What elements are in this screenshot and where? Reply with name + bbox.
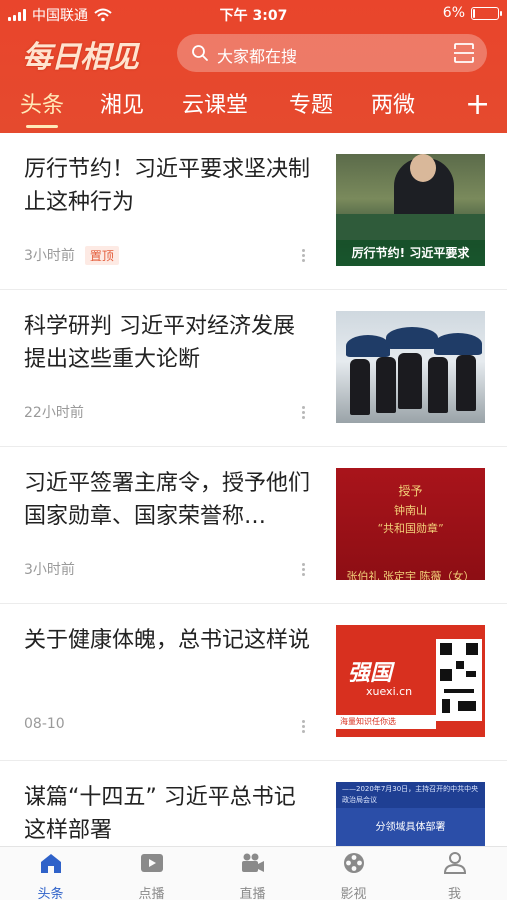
news-title: 谋篇“十四五” 习近平总书记这样部署 (24, 785, 296, 843)
more-options-icon[interactable] (302, 720, 306, 734)
news-time: 3小时前 (24, 248, 75, 264)
news-thumbnail: 强国 xuexi.cn 海量知识任你选 (336, 625, 485, 737)
clock: 下午 3:07 (219, 8, 288, 24)
news-thumbnail: 厉行节约! 习近平要求 (336, 154, 485, 266)
home-icon (40, 854, 61, 873)
qr-code-icon (436, 639, 482, 721)
channel-tabs: 头条 湘见 云课堂 专题 两微 + (0, 88, 507, 128)
user-icon (443, 852, 466, 874)
tab-topics[interactable]: 专题 (289, 88, 333, 124)
news-time: 22小时前 (24, 405, 84, 421)
news-item[interactable]: 科学研判 习近平对经济发展提出这些重大论断 22小时前 (0, 290, 507, 447)
news-item[interactable]: 关于健康体魄，总书记这样说 08-10 强国 xuexi.cn 海量知识任你选 (0, 604, 507, 761)
more-options-icon[interactable] (302, 406, 306, 420)
app-logo: 每日相见 (22, 40, 139, 75)
search-placeholder: 大家都在搜 (217, 47, 298, 66)
tab-liangwei[interactable]: 两微 (371, 88, 415, 124)
battery-icon (471, 6, 502, 20)
news-item[interactable]: 谋篇“十四五” 习近平总书记这样部署 ——2020年7月30日，主持召开的中共中… (0, 761, 507, 846)
tab-cloud-class[interactable]: 云课堂 (182, 88, 248, 124)
news-list: 厉行节约！习近平要求坚决制止这种行为 3小时前 置顶 厉行节约! 习近平要求 科… (0, 133, 507, 846)
bottom-navigation: 头条 点播 直播 影视 我 (0, 846, 507, 900)
nav-film[interactable]: 影视 (303, 851, 404, 900)
scan-icon[interactable] (453, 42, 475, 64)
news-thumbnail: ——2020年7月30日，主持召开的中共中央政治局会议 分领域具体部署 (336, 782, 485, 846)
film-reel-icon (343, 853, 364, 873)
tab-xiangjian[interactable]: 湘见 (100, 88, 144, 124)
more-options-icon[interactable] (302, 249, 306, 263)
play-icon (140, 854, 163, 872)
add-channel-button[interactable]: + (465, 90, 490, 120)
xuexi-logo: 强国 (348, 661, 393, 686)
news-time: 08-10 (24, 716, 65, 732)
news-item[interactable]: 习近平签署主席令，授予他们国家勋章、国家荣誉称… 3小时前 授予 钟南山 “共和… (0, 447, 507, 604)
video-camera-icon (241, 853, 264, 872)
pinned-badge: 置顶 (84, 245, 119, 265)
nav-on-demand[interactable]: 点播 (101, 851, 202, 900)
news-item[interactable]: 厉行节约！习近平要求坚决制止这种行为 3小时前 置顶 厉行节约! 习近平要求 (0, 133, 507, 290)
search-icon (192, 45, 208, 61)
nav-me[interactable]: 我 (404, 851, 505, 900)
app-screen: 中国联通 下午 3:07 6% 每日相见 大家都在搜 头条 湘见 云课堂 专题 … (0, 0, 507, 900)
status-bar: 中国联通 下午 3:07 6% (0, 0, 507, 28)
more-options-icon[interactable] (302, 563, 306, 577)
news-thumbnail (336, 311, 485, 423)
news-title: 关于健康体魄，总书记这样说 (24, 628, 310, 653)
news-thumbnail: 授予 钟南山 “共和国勋章” 张伯礼 张定宇 陈薇（女） (336, 468, 485, 580)
news-title: 习近平签署主席令，授予他们国家勋章、国家荣誉称… (24, 471, 310, 529)
search-bar[interactable]: 大家都在搜 (177, 34, 487, 72)
news-time: 3小时前 (24, 562, 75, 578)
nav-live[interactable]: 直播 (202, 851, 303, 900)
thumbnail-caption: 厉行节约! 习近平要求 (336, 240, 485, 266)
news-title: 厉行节约！习近平要求坚决制止这种行为 (24, 157, 310, 215)
tab-headlines[interactable]: 头条 (20, 88, 64, 128)
nav-headlines[interactable]: 头条 (0, 851, 101, 900)
app-header: 中国联通 下午 3:07 6% 每日相见 大家都在搜 头条 湘见 云课堂 专题 … (0, 0, 507, 133)
battery-percent: 6% (442, 5, 465, 21)
news-title: 科学研判 习近平对经济发展提出这些重大论断 (24, 314, 295, 372)
